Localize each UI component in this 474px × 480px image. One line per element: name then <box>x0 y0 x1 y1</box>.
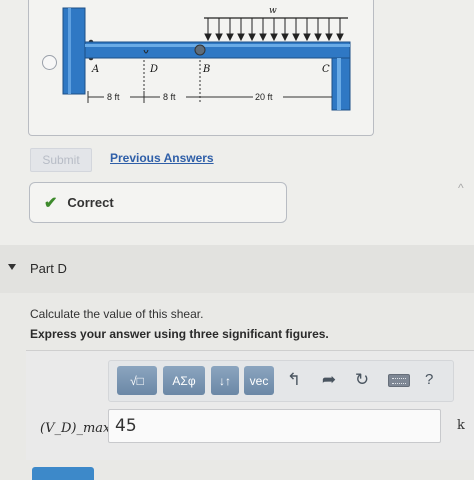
option-radio[interactable] <box>42 55 57 70</box>
collapse-toggle-icon[interactable] <box>8 264 16 270</box>
part-header[interactable] <box>0 245 474 293</box>
scroll-up-icon[interactable]: ^ <box>458 181 464 195</box>
dimension-ad: 8 ft <box>107 92 120 102</box>
instruction-text: Express your answer using three signific… <box>30 327 329 341</box>
subscript-button[interactable]: ↓↑ <box>211 366 239 395</box>
feedback-box: ✔ Correct <box>29 182 287 223</box>
previous-answers-link[interactable]: Previous Answers <box>110 151 214 165</box>
load-label: w <box>269 6 277 16</box>
dimension-db: 8 ft <box>163 92 176 102</box>
feedback-status: Correct <box>67 195 114 210</box>
beam-diagram: w A D B C 8 ft 8 ft 20 ft <box>62 6 351 111</box>
undo-icon[interactable]: ↰ <box>283 370 305 390</box>
keyboard-icon[interactable] <box>388 374 410 387</box>
submit-button[interactable]: Submit <box>30 148 92 172</box>
dimension-bc: 20 ft <box>255 92 273 102</box>
point-label-b: B <box>202 64 210 75</box>
symbols-button[interactable]: AΣφ <box>163 366 205 395</box>
templates-button[interactable]: √□ <box>117 366 157 395</box>
point-label-a: A <box>91 64 99 75</box>
submit-answer-button[interactable] <box>32 467 94 480</box>
part-title: Part D <box>30 261 67 276</box>
checkmark-icon: ✔ <box>44 194 58 212</box>
unit-label: k <box>457 418 465 433</box>
point-label-d: D <box>149 64 158 75</box>
help-icon[interactable]: ? <box>425 371 433 388</box>
question-text: Calculate the value of this shear. <box>30 307 204 321</box>
vector-button[interactable]: vec <box>244 366 274 395</box>
redo-icon[interactable]: ➦ <box>318 370 340 390</box>
point-label-c: C <box>322 64 330 75</box>
reset-icon[interactable]: ↻ <box>351 370 373 390</box>
answer-input[interactable]: 45 <box>108 409 441 443</box>
